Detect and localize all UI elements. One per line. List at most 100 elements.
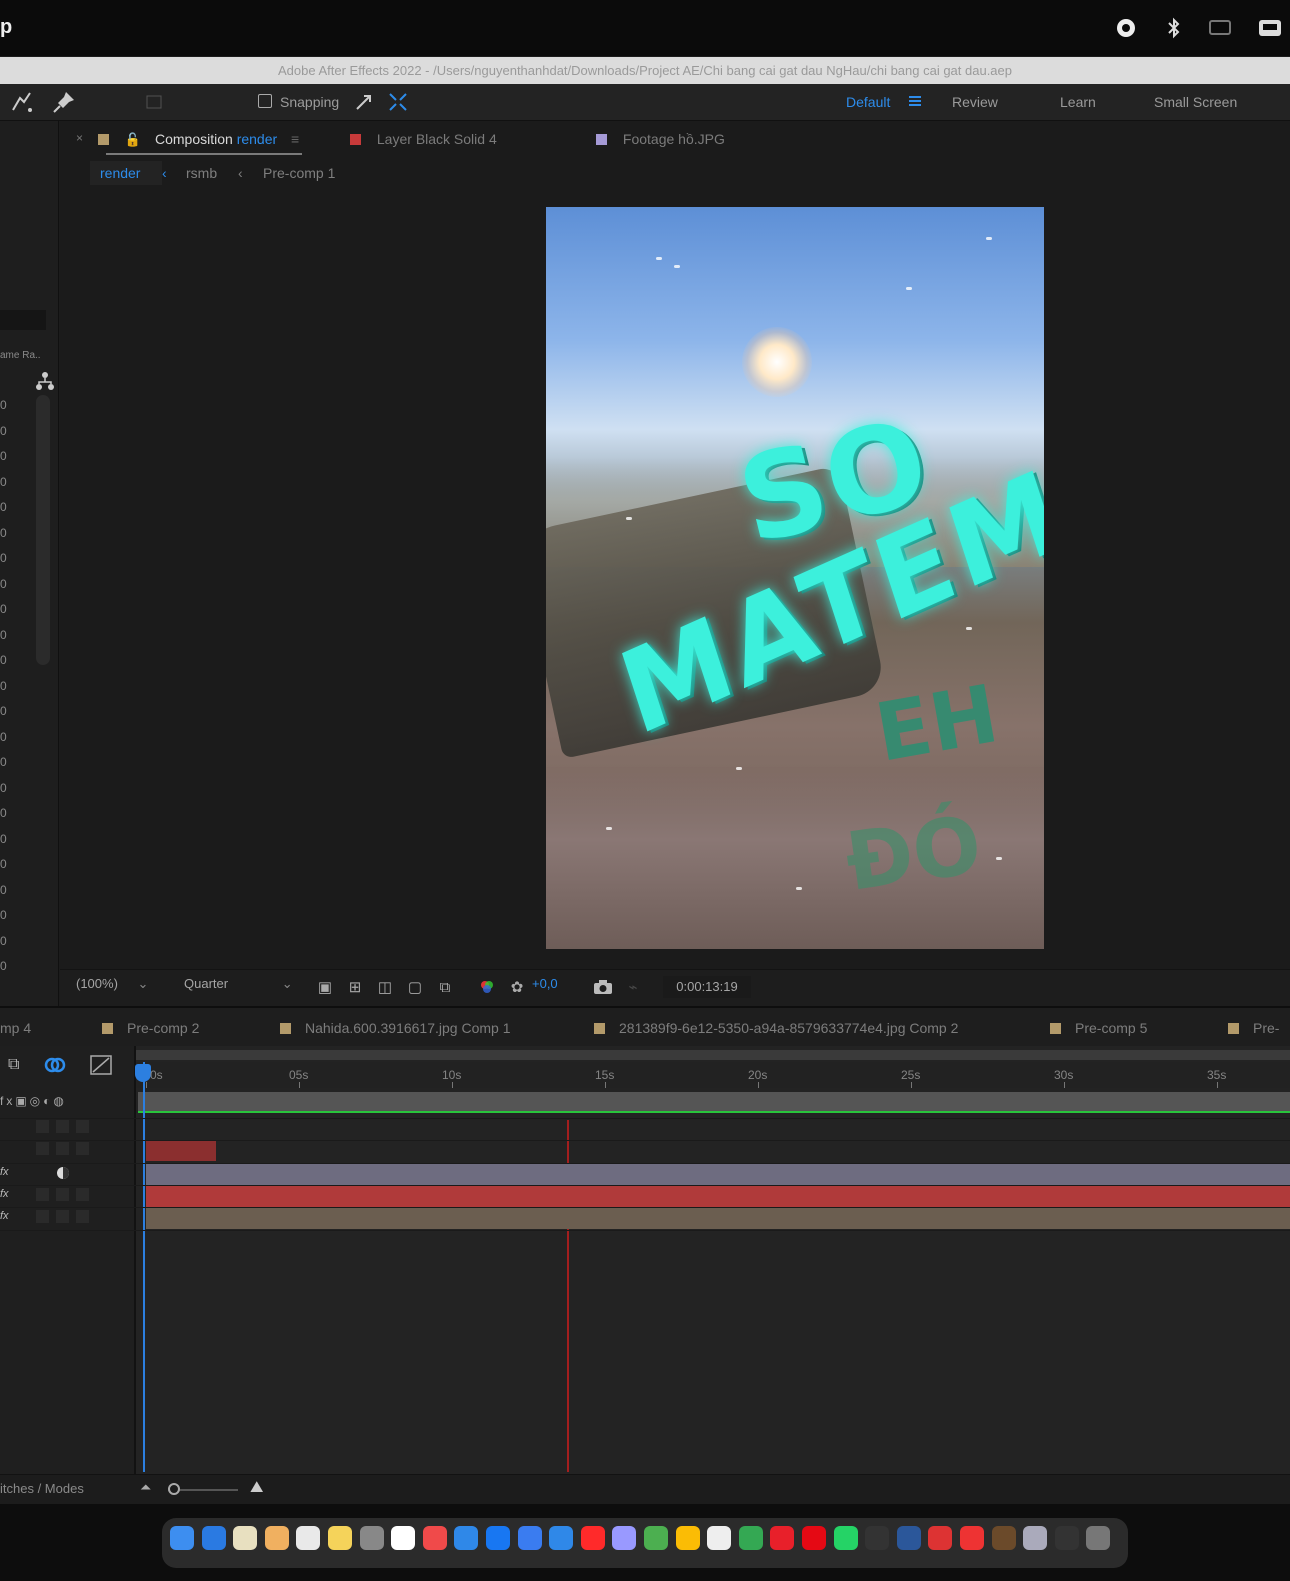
project-item-row[interactable]: 0 — [0, 577, 7, 591]
breadcrumb-render[interactable]: render — [100, 165, 140, 181]
project-item-row[interactable]: 0 — [0, 398, 7, 412]
adjustment-layer-icon[interactable] — [56, 1166, 70, 1185]
resolution-dropdown[interactable]: Quarter ⌄ — [184, 976, 293, 998]
switch-cell[interactable] — [36, 1188, 49, 1201]
maps-icon[interactable] — [738, 1526, 763, 1550]
music-m-icon[interactable] — [960, 1526, 984, 1550]
snap-edges-icon[interactable] — [352, 90, 376, 114]
switch-cell[interactable] — [76, 1188, 89, 1201]
project-item-row[interactable]: 0 — [0, 551, 7, 565]
mail-icon[interactable] — [454, 1526, 479, 1550]
mask-visibility-icon[interactable]: ◫ — [374, 976, 396, 998]
fx-switch-icon[interactable]: fx — [0, 1166, 9, 1178]
timeline-tab-comp-2[interactable]: 281389f9-6e12-5350-a94a-8579633774e4.jpg… — [594, 1020, 958, 1036]
project-item-row[interactable]: 0 — [0, 832, 7, 846]
current-time-indicator-line[interactable] — [143, 1062, 145, 1472]
notes-icon[interactable] — [233, 1526, 258, 1550]
project-item-row[interactable]: 0 — [0, 704, 7, 718]
pen-tool-icon[interactable] — [10, 90, 34, 114]
tab-menu-icon[interactable]: ≡ — [291, 131, 299, 147]
project-item-row[interactable]: 0 — [0, 730, 7, 744]
layer-bar[interactable] — [146, 1164, 1290, 1185]
project-item-row[interactable]: 0 — [0, 908, 7, 922]
switch-cell[interactable] — [56, 1210, 69, 1223]
bluetooth-icon[interactable] — [1160, 14, 1188, 42]
transparency-grid-icon[interactable]: ⊞ — [344, 976, 366, 998]
snap-features-icon[interactable] — [386, 90, 410, 114]
stickies-icon[interactable] — [328, 1526, 352, 1550]
fx-switch-icon[interactable]: fx — [0, 1210, 9, 1222]
word-icon[interactable] — [896, 1526, 921, 1550]
tab-footage[interactable]: Footage hồ.JPG — [596, 131, 725, 147]
switch-cell[interactable] — [76, 1120, 89, 1133]
layer-bar[interactable] — [146, 1186, 1290, 1207]
switch-cell[interactable] — [56, 1142, 69, 1155]
calendar-icon[interactable] — [391, 1526, 416, 1550]
snapping-checkbox[interactable] — [258, 94, 272, 108]
close-tab-icon[interactable]: × — [76, 131, 83, 145]
messenger-icon[interactable] — [517, 1526, 542, 1550]
fast-previews-icon[interactable]: ▣ — [314, 976, 336, 998]
launchpad-icon[interactable] — [296, 1526, 321, 1550]
switch-cell[interactable] — [36, 1120, 49, 1133]
record-icon[interactable] — [1112, 14, 1140, 42]
layer-bar[interactable] — [146, 1140, 216, 1161]
toggle-switches-modes[interactable]: itches / Modes — [0, 1481, 84, 1496]
current-time-display[interactable]: 0:00:13:19 — [663, 976, 751, 998]
capcut-icon[interactable] — [707, 1526, 732, 1550]
folder-icon[interactable] — [991, 1526, 1016, 1550]
facebook-icon[interactable] — [486, 1526, 510, 1550]
timeline-tab-precomp-more[interactable]: Pre- — [1228, 1020, 1279, 1036]
acrobat-icon[interactable] — [770, 1526, 795, 1550]
switch-cell[interactable] — [56, 1120, 69, 1133]
project-item-row[interactable]: 0 — [0, 475, 7, 489]
project-item-row[interactable]: 0 — [0, 806, 7, 820]
photos-icon[interactable] — [264, 1526, 289, 1550]
breadcrumb-precomp-1[interactable]: Pre-comp 1 — [263, 165, 335, 181]
zoom-slider-handle[interactable] — [168, 1483, 180, 1495]
timeline-tab-comp-4[interactable]: mp 4 — [0, 1020, 31, 1036]
timeline-tab-precomp-2[interactable]: Pre-comp 2 — [102, 1020, 199, 1036]
sketch-icon[interactable] — [1054, 1526, 1079, 1550]
switch-cell[interactable] — [56, 1188, 69, 1201]
music-icon[interactable] — [422, 1526, 447, 1550]
project-search-field[interactable] — [0, 310, 46, 330]
project-item-row[interactable]: 0 — [0, 424, 7, 438]
fx-switch-icon[interactable]: fx — [0, 1188, 9, 1200]
screen-mirroring-icon[interactable] — [1206, 14, 1234, 42]
tab-composition-render[interactable]: 🔓 Composition render ≡ — [98, 131, 299, 148]
mail-m-icon[interactable] — [928, 1526, 953, 1550]
motion-blur-icon[interactable] — [44, 1054, 66, 1081]
region-of-interest-icon[interactable]: ▢ — [404, 976, 426, 998]
google-drive-icon[interactable] — [675, 1526, 700, 1550]
youtube-icon[interactable] — [580, 1526, 605, 1550]
whatsapp-icon[interactable] — [833, 1526, 858, 1550]
project-item-row[interactable]: 0 — [0, 526, 7, 540]
settings-icon[interactable] — [359, 1526, 384, 1550]
project-item-row[interactable]: 0 — [0, 653, 7, 667]
switch-cell[interactable] — [76, 1210, 89, 1223]
chevron-icon[interactable] — [865, 1526, 890, 1550]
project-item-row[interactable]: 0 — [0, 959, 7, 973]
composition-viewer[interactable]: SO MATEM EH ĐÓ — [546, 207, 1044, 949]
project-item-row[interactable]: 0 — [0, 755, 7, 769]
project-item-row[interactable]: 0 — [0, 602, 7, 616]
current-time-indicator-head[interactable] — [135, 1064, 151, 1082]
snapshot-camera-icon[interactable] — [592, 976, 614, 998]
project-item-row[interactable]: 0 — [0, 449, 7, 463]
safari-icon[interactable] — [549, 1526, 574, 1550]
frame-rate-column-header[interactable]: ame Ra.. — [0, 350, 41, 361]
project-item-row[interactable]: 0 — [0, 781, 7, 795]
time-navigator[interactable] — [136, 1050, 1290, 1060]
project-scrollbar[interactable] — [36, 395, 50, 665]
workspace-review[interactable]: Review — [952, 94, 998, 110]
project-item-row[interactable]: 0 — [0, 679, 7, 693]
screenshot-icon[interactable] — [1023, 1526, 1048, 1550]
layer-bar[interactable] — [146, 1208, 1290, 1229]
zoom-dropdown[interactable]: (100%) ⌄ — [76, 976, 148, 998]
workspace-learn[interactable]: Learn — [1060, 94, 1096, 110]
workspace-small-screen[interactable]: Small Screen — [1154, 94, 1237, 110]
graph-editor-icon[interactable] — [90, 1055, 112, 1080]
netflix-icon[interactable] — [802, 1526, 826, 1550]
project-item-row[interactable]: 0 — [0, 500, 7, 514]
